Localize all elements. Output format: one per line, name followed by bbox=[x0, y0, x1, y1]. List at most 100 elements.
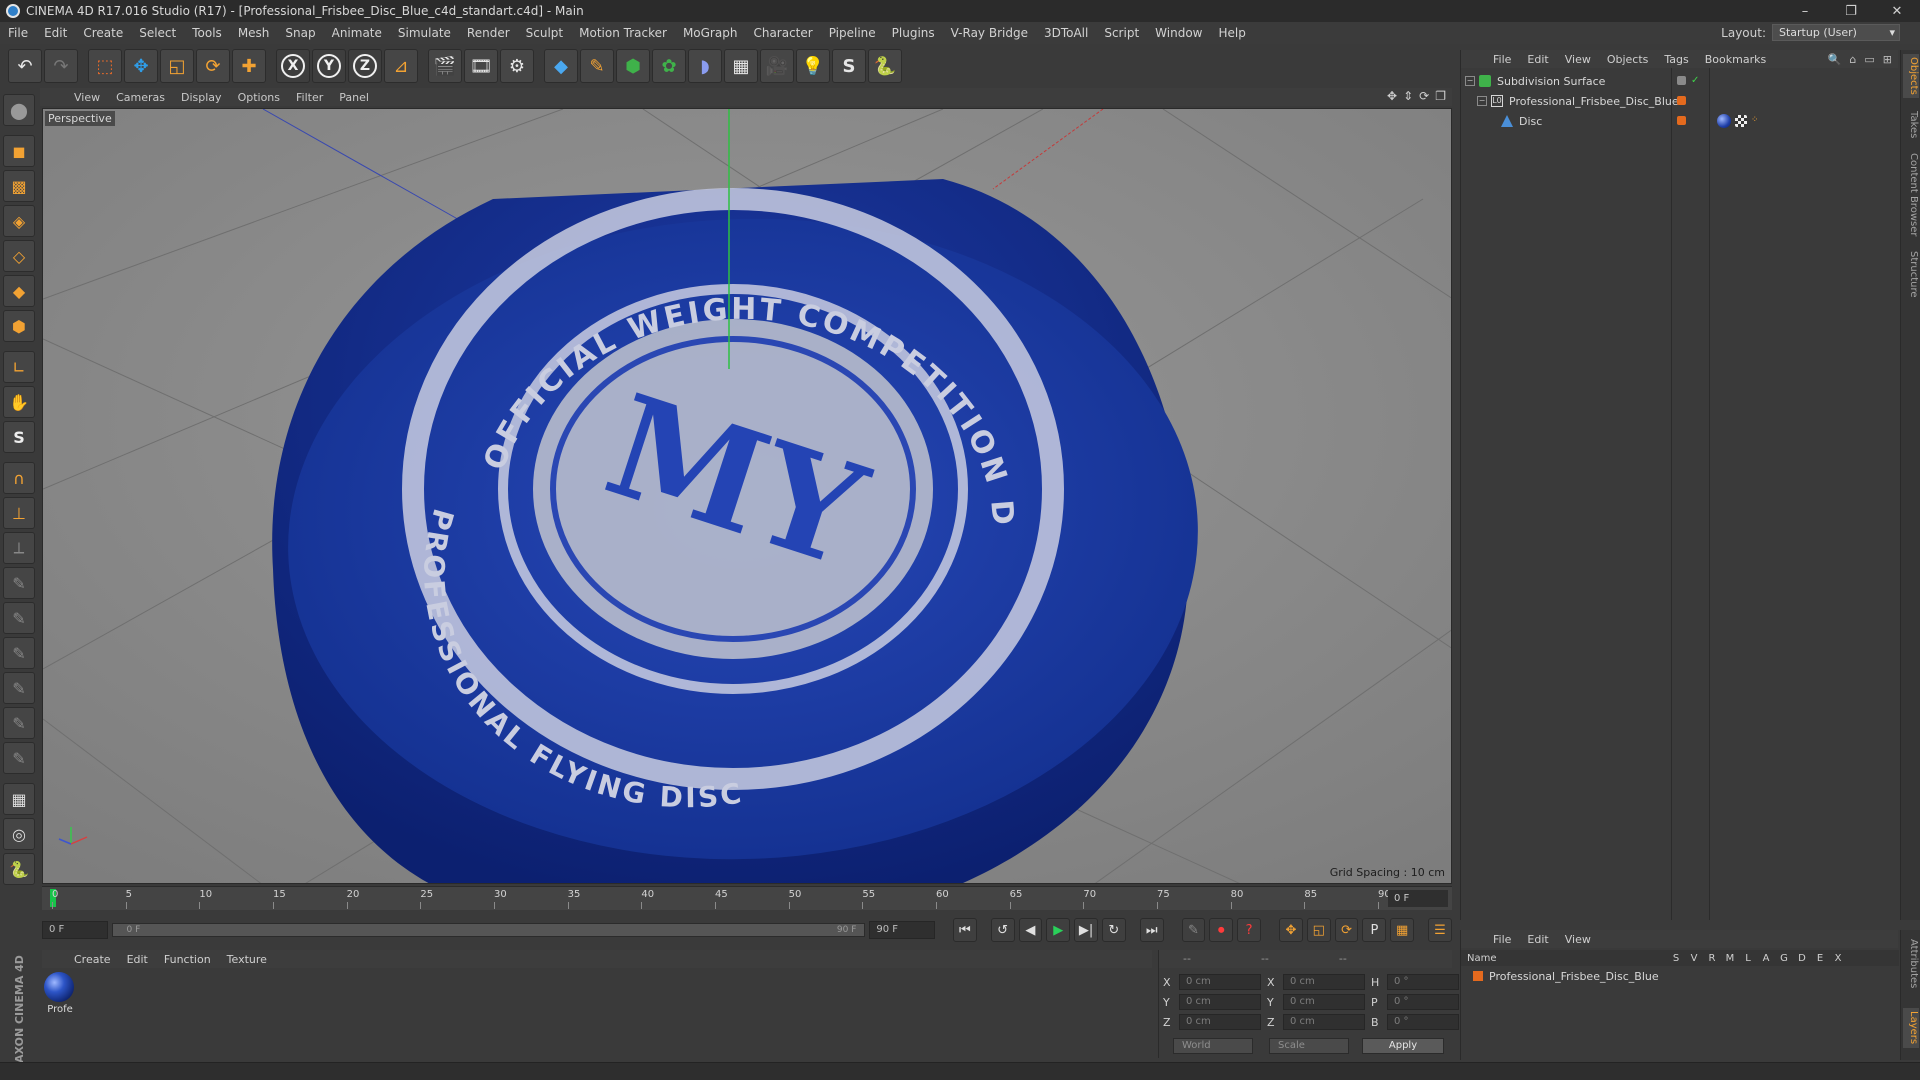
brush-tool-6-button[interactable]: ✎ bbox=[3, 742, 35, 774]
menu-3dtoall[interactable]: 3DToAll bbox=[1036, 26, 1096, 40]
move-tool-button[interactable]: ✥ bbox=[124, 49, 158, 83]
record-scale-button[interactable]: ◱ bbox=[1306, 918, 1331, 942]
texture-mode-button[interactable]: ▩ bbox=[3, 170, 35, 202]
scale-tool-button[interactable]: ◱ bbox=[160, 49, 194, 83]
restore-button[interactable]: ❐ bbox=[1828, 0, 1874, 22]
maximize-view-icon[interactable]: ❐ bbox=[1435, 89, 1446, 103]
menu-plugins[interactable]: Plugins bbox=[884, 26, 943, 40]
material-name[interactable]: Profe bbox=[42, 1004, 78, 1015]
position-y-field[interactable]: 0 cm bbox=[1179, 994, 1261, 1010]
previous-key-button[interactable]: ↺ bbox=[990, 918, 1015, 942]
points-mode-button[interactable]: ◇ bbox=[3, 240, 35, 272]
render-view-button[interactable]: 🎬 bbox=[428, 49, 462, 83]
menu-motion-tracker[interactable]: Motion Tracker bbox=[571, 26, 675, 40]
viewport-menu-view[interactable]: View bbox=[66, 91, 108, 104]
next-frame-button[interactable]: ▶| bbox=[1074, 918, 1098, 942]
expand-panel-icon[interactable]: ⊞ bbox=[1883, 53, 1892, 66]
menu-pipeline[interactable]: Pipeline bbox=[821, 26, 884, 40]
solo-mode-button[interactable]: S bbox=[3, 421, 35, 453]
locked-workplane-button[interactable]: ⟂ bbox=[3, 532, 35, 564]
menu-edit[interactable]: Edit bbox=[36, 26, 75, 40]
menu-tools[interactable]: Tools bbox=[184, 26, 230, 40]
end-frame-field[interactable]: 90 F bbox=[869, 921, 935, 939]
light-button[interactable]: 💡 bbox=[796, 49, 830, 83]
layer-color-icon[interactable] bbox=[1677, 116, 1686, 125]
tab-takes[interactable]: Takes bbox=[1903, 108, 1919, 142]
menu-vray-bridge[interactable]: V-Ray Bridge bbox=[943, 26, 1036, 40]
menu-window[interactable]: Window bbox=[1147, 26, 1210, 40]
menu-file[interactable]: File bbox=[0, 26, 36, 40]
model-mode-button[interactable]: ◼ bbox=[3, 135, 35, 167]
paint-button[interactable]: ◎ bbox=[3, 818, 35, 850]
size-x-field[interactable]: 0 cm bbox=[1283, 974, 1365, 990]
menu-help[interactable]: Help bbox=[1210, 26, 1253, 40]
camera-button[interactable]: 🎥 bbox=[760, 49, 794, 83]
coordinate-system-button[interactable]: ⊿ bbox=[384, 49, 418, 83]
menu-snap[interactable]: Snap bbox=[277, 26, 323, 40]
rotate-tool-button[interactable]: ⟳ bbox=[196, 49, 230, 83]
go-to-end-button[interactable]: ⏭ bbox=[1139, 918, 1164, 942]
cube-object-button[interactable]: ◆ bbox=[544, 49, 578, 83]
play-button[interactable]: ▶ bbox=[1046, 918, 1071, 942]
texture-tag-icon[interactable] bbox=[1735, 115, 1747, 127]
minimize-button[interactable]: – bbox=[1782, 0, 1828, 22]
coordinate-mode-dropdown[interactable]: Scale bbox=[1269, 1038, 1349, 1054]
next-key-button[interactable]: ↻ bbox=[1101, 918, 1126, 942]
tab-structure[interactable]: Structure bbox=[1903, 248, 1919, 300]
go-to-start-button[interactable]: ⏮ bbox=[952, 918, 977, 942]
layer-tag-icon[interactable] bbox=[1677, 76, 1686, 85]
position-z-field[interactable]: 0 cm bbox=[1179, 1014, 1261, 1030]
layers-menu-edit[interactable]: Edit bbox=[1519, 933, 1556, 946]
object-row-professional-frisbee-disc-blue[interactable]: − L0 Professional_Frisbee_Disc_Blue bbox=[1477, 92, 1907, 110]
recent-tools-button[interactable]: ✚ bbox=[232, 49, 266, 83]
polygons-mode-button[interactable]: ⬢ bbox=[3, 310, 35, 342]
render-settings-button[interactable]: ⚙ bbox=[500, 49, 534, 83]
layers-menu-view[interactable]: View bbox=[1557, 933, 1599, 946]
tab-attributes[interactable]: Attributes bbox=[1903, 934, 1919, 994]
material-menu-edit[interactable]: Edit bbox=[119, 953, 156, 966]
array-button[interactable]: ✿ bbox=[652, 49, 686, 83]
new-view-icon[interactable]: ▭ bbox=[1864, 53, 1874, 66]
viewport-menu-panel[interactable]: Panel bbox=[331, 91, 377, 104]
objects-menu-view[interactable]: View bbox=[1557, 53, 1599, 66]
objects-menu-objects[interactable]: Objects bbox=[1599, 53, 1657, 66]
search-icon[interactable]: 🔍 bbox=[1828, 53, 1842, 66]
edges-mode-button[interactable]: ◆ bbox=[3, 275, 35, 307]
menu-mesh[interactable]: Mesh bbox=[230, 26, 278, 40]
material-menu-function[interactable]: Function bbox=[156, 953, 219, 966]
menu-render[interactable]: Render bbox=[459, 26, 518, 40]
layer-color-icon[interactable] bbox=[1677, 96, 1686, 105]
autokey-button[interactable]: ✎ bbox=[1181, 918, 1206, 942]
brush-tool-3-button[interactable]: ✎ bbox=[3, 637, 35, 669]
live-selection-button[interactable]: ⬚ bbox=[88, 49, 122, 83]
material-menu-create[interactable]: Create bbox=[66, 953, 119, 966]
menu-character[interactable]: Character bbox=[745, 26, 820, 40]
python-console-button[interactable]: 🐍 bbox=[3, 853, 35, 885]
record-parameter-button[interactable]: P bbox=[1362, 918, 1387, 942]
object-row-disc[interactable]: Disc bbox=[1501, 112, 1920, 130]
timeline-window-button[interactable]: ☰ bbox=[1428, 918, 1452, 942]
spline-pen-button[interactable]: ✎ bbox=[580, 49, 614, 83]
record-pla-button[interactable]: ▦ bbox=[1390, 918, 1415, 942]
coordinate-space-dropdown[interactable]: World bbox=[1173, 1038, 1253, 1054]
timeline-ruler[interactable]: 0 5 10 15 20 25 30 35 40 45 50 55 60 65 70 75 80 85 90 0 F bbox=[42, 886, 1452, 910]
layers-menu-file[interactable]: File bbox=[1485, 933, 1519, 946]
undo-button[interactable]: ↶ bbox=[8, 49, 42, 83]
redo-button[interactable]: ↷ bbox=[44, 49, 78, 83]
objects-menu-bookmarks[interactable]: Bookmarks bbox=[1697, 53, 1774, 66]
brush-tool-5-button[interactable]: ✎ bbox=[3, 707, 35, 739]
viewport-menu-cameras[interactable]: Cameras bbox=[108, 91, 173, 104]
viewport-menu-options[interactable]: Options bbox=[230, 91, 288, 104]
pan-icon[interactable]: ✥ bbox=[1387, 89, 1397, 103]
axis-mode-button[interactable]: ∟ bbox=[3, 351, 35, 383]
menu-create[interactable]: Create bbox=[75, 26, 131, 40]
deformer-button[interactable]: ◗ bbox=[688, 49, 722, 83]
position-x-field[interactable]: 0 cm bbox=[1179, 974, 1261, 990]
floor-button[interactable]: ▦ bbox=[724, 49, 758, 83]
rotation-h-field[interactable]: 0 ° bbox=[1387, 974, 1459, 990]
layout-dropdown[interactable]: Startup (User) bbox=[1772, 24, 1900, 41]
viewport-menu-filter[interactable]: Filter bbox=[288, 91, 331, 104]
brush-tool-4-button[interactable]: ✎ bbox=[3, 672, 35, 704]
objects-menu-file[interactable]: File bbox=[1485, 53, 1519, 66]
uv-grid-button[interactable]: ▦ bbox=[3, 783, 35, 815]
